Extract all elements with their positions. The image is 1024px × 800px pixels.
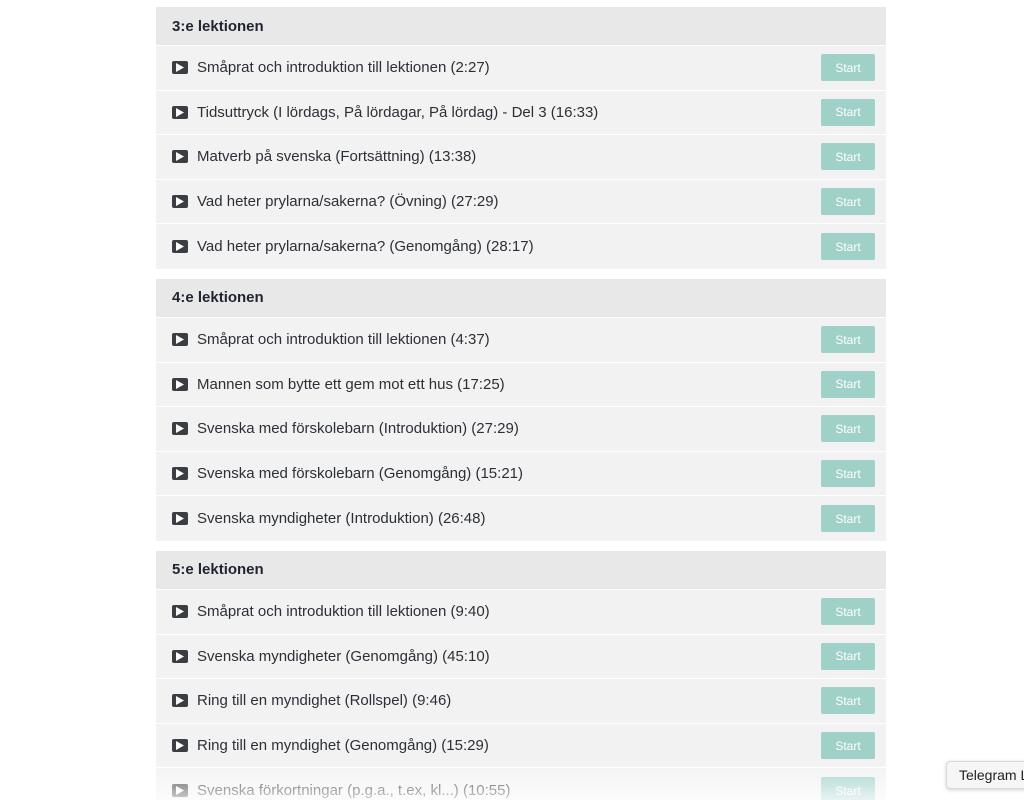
lesson-title[interactable]: Vad heter prylarna/sakerna? (Genomgång) …: [197, 238, 821, 255]
lesson-row[interactable]: Småprat och introduktion till lektionen …: [156, 589, 886, 635]
section-header: 3:e lektionen: [156, 7, 886, 46]
start-button[interactable]: Start: [821, 98, 875, 126]
start-button[interactable]: Start: [821, 370, 875, 398]
telegram-popup-label[interactable]: Telegram L: [959, 767, 1024, 783]
course-page: 3:e lektionen Småprat och introduktion t…: [0, 0, 1024, 800]
play-video-icon: [172, 512, 188, 526]
section-title: 3:e lektionen: [172, 17, 264, 35]
lesson-section: 5:e lektionen Småprat och introduktion t…: [156, 550, 886, 800]
play-video-icon: [172, 605, 188, 619]
lesson-title[interactable]: Småprat och introduktion till lektionen …: [197, 331, 821, 348]
section-title: 5:e lektionen: [172, 561, 264, 579]
telegram-popup[interactable]: Telegram L: [946, 761, 1024, 789]
lesson-title[interactable]: Svenska med förskolebarn (Introduktion) …: [197, 420, 821, 437]
play-video-icon: [172, 467, 188, 481]
lesson-title[interactable]: Tidsuttryck (I lördags, På lördagar, På …: [197, 104, 821, 121]
play-video-icon: [172, 694, 188, 708]
lesson-title[interactable]: Småprat och introduktion till lektionen …: [197, 59, 821, 76]
play-video-icon: [172, 739, 188, 753]
start-button[interactable]: Start: [821, 326, 875, 354]
start-button[interactable]: Start: [821, 505, 875, 533]
lesson-section: 4:e lektionen Småprat och introduktion t…: [156, 278, 886, 541]
play-video-icon: [172, 240, 188, 254]
section-header: 5:e lektionen: [156, 550, 886, 590]
lesson-row[interactable]: Ring till en myndighet (Genomgång) (15:2…: [156, 723, 886, 769]
start-button[interactable]: Start: [821, 777, 875, 800]
lesson-row[interactable]: Ring till en myndighet (Rollspel) (9:46)…: [156, 679, 886, 724]
play-video-icon: [172, 150, 188, 164]
start-button[interactable]: Start: [821, 415, 875, 443]
lesson-row[interactable]: Svenska myndigheter (Genomgång) (45:10) …: [156, 634, 886, 680]
lesson-row[interactable]: Mannen som bytte ett gem mot ett hus (17…: [156, 362, 886, 408]
start-button[interactable]: Start: [821, 687, 875, 715]
lesson-row[interactable]: Matverb på svenska (Fortsättning) (13:38…: [156, 135, 886, 180]
lesson-row[interactable]: Tidsuttryck (I lördags, På lördagar, På …: [156, 90, 886, 136]
lesson-title[interactable]: Svenska myndigheter (Genomgång) (45:10): [197, 648, 821, 665]
lesson-title[interactable]: Svenska myndigheter (Introduktion) (26:4…: [197, 510, 821, 527]
lesson-row[interactable]: Svenska med förskolebarn (Genomgång) (15…: [156, 451, 886, 497]
lesson-row[interactable]: Småprat och introduktion till lektionen …: [156, 317, 886, 363]
start-button[interactable]: Start: [821, 54, 875, 82]
lesson-title[interactable]: Svenska med förskolebarn (Genomgång) (15…: [197, 465, 821, 482]
start-button[interactable]: Start: [821, 460, 875, 488]
start-button[interactable]: Start: [821, 188, 875, 216]
lesson-title[interactable]: Småprat och introduktion till lektionen …: [197, 603, 821, 620]
lesson-row[interactable]: Svenska förkortningar (p.g.a., t.ex, kl.…: [156, 768, 886, 800]
section-header: 4:e lektionen: [156, 278, 886, 318]
start-button[interactable]: Start: [821, 143, 875, 171]
lesson-title[interactable]: Matverb på svenska (Fortsättning) (13:38…: [197, 148, 821, 165]
play-video-icon: [172, 422, 188, 436]
lesson-row[interactable]: Vad heter prylarna/sakerna? (Övning) (27…: [156, 179, 886, 225]
lesson-title[interactable]: Vad heter prylarna/sakerna? (Övning) (27…: [197, 193, 821, 210]
lesson-title[interactable]: Svenska förkortningar (p.g.a., t.ex, kl.…: [197, 782, 821, 799]
play-video-icon: [172, 377, 188, 391]
lesson-sections: 3:e lektionen Småprat och introduktion t…: [156, 7, 886, 800]
play-video-icon: [172, 649, 188, 663]
lesson-row[interactable]: Vad heter prylarna/sakerna? (Genomgång) …: [156, 224, 886, 269]
lesson-row[interactable]: Svenska med förskolebarn (Introduktion) …: [156, 407, 886, 452]
lesson-row[interactable]: Svenska myndigheter (Introduktion) (26:4…: [156, 496, 886, 541]
play-video-icon: [172, 784, 188, 798]
lesson-title[interactable]: Ring till en myndighet (Rollspel) (9:46): [197, 692, 821, 709]
lesson-row[interactable]: Småprat och introduktion till lektionen …: [156, 46, 886, 91]
play-video-icon: [172, 105, 188, 119]
section-title: 4:e lektionen: [172, 289, 264, 307]
start-button[interactable]: Start: [821, 598, 875, 626]
start-button[interactable]: Start: [821, 642, 875, 670]
lesson-section: 3:e lektionen Småprat och introduktion t…: [156, 7, 886, 269]
play-video-icon: [172, 333, 188, 347]
start-button[interactable]: Start: [821, 233, 875, 261]
start-button[interactable]: Start: [821, 732, 875, 760]
play-video-icon: [172, 195, 188, 209]
lesson-title[interactable]: Mannen som bytte ett gem mot ett hus (17…: [197, 376, 821, 393]
lesson-title[interactable]: Ring till en myndighet (Genomgång) (15:2…: [197, 737, 821, 754]
play-video-icon: [172, 61, 188, 75]
